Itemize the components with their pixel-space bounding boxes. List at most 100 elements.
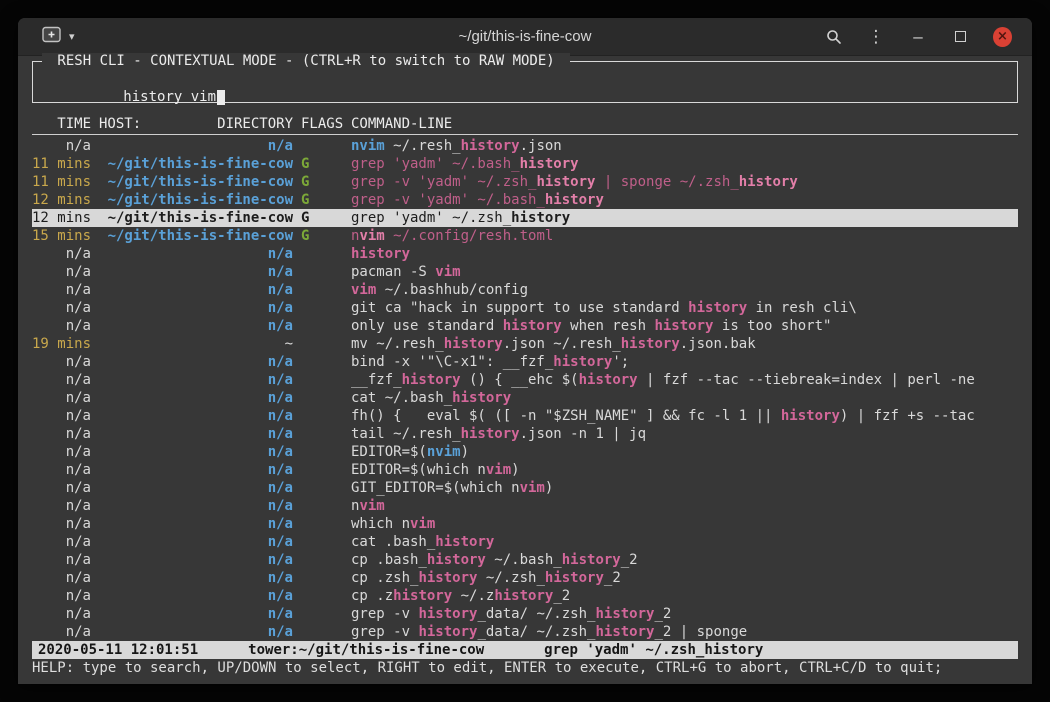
row-command: EDITOR=$(which nvim) — [351, 461, 1018, 479]
history-row[interactable]: 11 mins~/git/this-is-fine-cowGgrep 'yadm… — [32, 155, 1018, 173]
row-directory: n/a — [99, 317, 293, 335]
history-row[interactable]: 19 mins~mv ~/.resh_history.json ~/.resh_… — [32, 335, 1018, 353]
row-directory: ~/git/this-is-fine-cow — [99, 173, 293, 191]
row-command: history — [351, 245, 1018, 263]
status-timestamp: 2020-05-11 12:01:51 — [38, 641, 198, 659]
row-directory: ~ — [99, 335, 293, 353]
search-input[interactable]: history vim — [33, 62, 1017, 121]
row-command: grep 'yadm' ~/.bash_history — [351, 155, 1018, 173]
row-flags — [301, 137, 343, 155]
row-flags — [301, 263, 343, 281]
history-row[interactable]: n/a n/a cp .zsh_history ~/.zsh_history_2 — [32, 569, 1018, 587]
row-flags — [301, 497, 343, 515]
restore-button[interactable] — [951, 27, 969, 47]
row-directory: n/a — [99, 605, 293, 623]
titlebar[interactable]: ▾ ~/git/this-is-fine-cow ⋮ – × — [18, 18, 1032, 56]
row-time: n/a — [32, 479, 91, 497]
history-row[interactable]: n/an/abind -x '"\C-x1": __fzf_history'; — [32, 353, 1018, 371]
row-command: grep 'yadm' ~/.zsh_history — [351, 209, 1018, 227]
menu-kebab-icon[interactable]: ⋮ — [867, 27, 885, 47]
history-row[interactable]: n/an/awhich nvim — [32, 515, 1018, 533]
history-row[interactable]: n/an/agit ca "hack in support to use sta… — [32, 299, 1018, 317]
row-command: nvim — [351, 497, 1018, 515]
row-command: which nvim — [351, 515, 1018, 533]
history-row[interactable]: n/an/anvim — [32, 497, 1018, 515]
row-time: n/a — [32, 443, 91, 461]
row-time: n/a — [32, 407, 91, 425]
row-flags — [301, 371, 343, 389]
history-row[interactable]: 12 mins~/git/this-is-fine-cowGgrep 'yadm… — [32, 209, 1018, 227]
row-command: __fzf_history () { __ehc $(history | fzf… — [351, 371, 1018, 389]
history-row[interactable]: n/an/apacman -S vim — [32, 263, 1018, 281]
history-row[interactable]: n/a n/a only use standard history when res… — [32, 317, 1018, 335]
history-row[interactable]: n/an/aEDITOR=$(which nvim) — [32, 461, 1018, 479]
history-row[interactable]: n/an/agrep -v history_data/ ~/.zsh_histo… — [32, 623, 1018, 641]
row-flags — [301, 425, 343, 443]
row-directory: n/a — [99, 623, 293, 641]
row-command: grep -v 'yadm' ~/.zsh_history | sponge ~… — [351, 173, 1018, 191]
row-flags — [301, 587, 343, 605]
row-time: n/a — [32, 569, 91, 587]
help-line: HELP: type to search, UP/DOWN to select,… — [32, 659, 1018, 677]
row-directory: n/a — [99, 587, 293, 605]
row-flags — [301, 281, 343, 299]
close-button[interactable]: × — [993, 27, 1012, 47]
history-row[interactable]: n/an/acp .zhistory ~/.zhistory_2 — [32, 587, 1018, 605]
history-row[interactable]: n/an/acat ~/.bash_history — [32, 389, 1018, 407]
row-time: n/a — [32, 299, 91, 317]
row-command: fh() { eval $( ([ -n "$ZSH_NAME" ] && fc… — [351, 407, 1018, 425]
history-row[interactable]: n/an/acat .bash_history — [32, 533, 1018, 551]
history-row[interactable]: n/an/atail ~/.resh_history.json -n 1 | j… — [32, 425, 1018, 443]
row-command: cp .zsh_history ~/.zsh_history_2 — [351, 569, 1018, 587]
restore-icon — [955, 31, 966, 42]
titlebar-right-group: ⋮ – × — [825, 27, 1032, 47]
history-row[interactable]: 12 mins~/git/this-is-fine-cowGgrep -v 'y… — [32, 191, 1018, 209]
row-command: EDITOR=$(nvim) — [351, 443, 1018, 461]
row-time: n/a — [32, 425, 91, 443]
row-time: n/a — [32, 317, 91, 335]
history-row[interactable]: n/an/agrep -v history_data/ ~/.zsh_histo… — [32, 605, 1018, 623]
row-command: GIT_EDITOR=$(which nvim) — [351, 479, 1018, 497]
row-directory: n/a — [99, 407, 293, 425]
row-command: only use standard history when resh hist… — [351, 317, 1018, 335]
row-flags — [301, 515, 343, 533]
history-row[interactable]: n/an/avim ~/.bashhub/config — [32, 281, 1018, 299]
search-icon[interactable] — [825, 27, 843, 47]
history-row[interactable]: n/a n/a fh() { eval $( ([ -n "$ZSH_NAME" ]… — [32, 407, 1018, 425]
history-row[interactable]: n/an/acp .bash_history ~/.bash_history_2 — [32, 551, 1018, 569]
history-row[interactable]: n/an/a__fzf_history () { __ehc $(history… — [32, 371, 1018, 389]
row-time: 11 mins — [32, 173, 91, 191]
history-row[interactable]: n/an/aEDITOR=$(nvim) — [32, 443, 1018, 461]
row-command: cp .bash_history ~/.bash_history_2 — [351, 551, 1018, 569]
row-flags: G — [301, 155, 343, 173]
row-directory: ~/git/this-is-fine-cow — [99, 227, 293, 245]
history-row[interactable]: n/an/aGIT_EDITOR=$(which nvim) — [32, 479, 1018, 497]
row-command: pacman -S vim — [351, 263, 1018, 281]
terminal-body: RESH CLI - CONTEXTUAL MODE - (CTRL+R to … — [18, 61, 1032, 677]
history-row[interactable]: n/an/ahistory — [32, 245, 1018, 263]
row-flags: G — [301, 227, 343, 245]
row-directory: ~/git/this-is-fine-cow — [99, 191, 293, 209]
resh-mode-label: RESH CLI - CONTEXTUAL MODE - (CTRL+R to … — [42, 53, 570, 69]
row-directory: n/a — [99, 461, 293, 479]
minimize-button[interactable]: – — [909, 27, 927, 47]
history-row[interactable]: 11 mins~/git/this-is-fine-cowGgrep -v 'y… — [32, 173, 1018, 191]
history-rows: n/an/anvim ~/.resh_history.json11 mins~/… — [32, 137, 1018, 641]
row-directory: n/a — [99, 569, 293, 587]
row-time: n/a — [32, 497, 91, 515]
row-flags — [301, 443, 343, 461]
history-row[interactable]: n/an/anvim ~/.resh_history.json — [32, 137, 1018, 155]
titlebar-left-group: ▾ — [18, 26, 75, 48]
row-flags — [301, 461, 343, 479]
row-time: n/a — [32, 533, 91, 551]
dropdown-chevron-icon[interactable]: ▾ — [69, 30, 75, 43]
text-cursor — [217, 90, 225, 105]
new-tab-icon[interactable] — [42, 26, 62, 48]
row-time: n/a — [32, 551, 91, 569]
terminal-window: ▾ ~/git/this-is-fine-cow ⋮ – × RESH CLI … — [18, 18, 1032, 684]
history-row[interactable]: 15 mins~/git/this-is-fine-cowGnvim ~/.co… — [32, 227, 1018, 245]
row-directory: ~/git/this-is-fine-cow — [99, 209, 293, 227]
row-flags — [301, 533, 343, 551]
row-flags — [301, 605, 343, 623]
row-directory: n/a — [99, 299, 293, 317]
